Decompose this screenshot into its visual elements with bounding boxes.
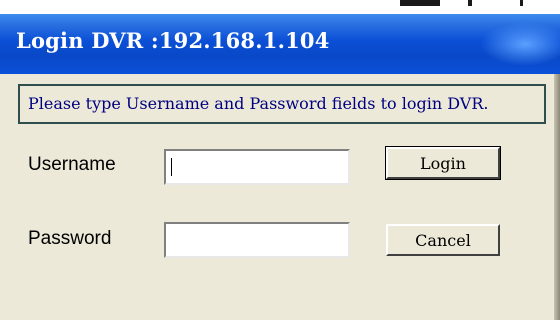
title-bar-highlight — [480, 22, 560, 66]
title-bar[interactable]: Login DVR :192.168.1.104 — [0, 14, 560, 74]
password-input[interactable] — [164, 222, 350, 258]
text-cursor — [171, 158, 172, 176]
cancel-button[interactable]: Cancel — [386, 224, 500, 256]
window-top-edge — [0, 0, 560, 14]
edge-mark — [400, 0, 440, 6]
login-dialog: Login DVR :192.168.1.104 Please type Use… — [0, 0, 560, 320]
edge-mark — [520, 0, 523, 6]
edge-mark — [468, 0, 472, 6]
password-label: Password — [28, 228, 112, 249]
window-title: Login DVR :192.168.1.104 — [16, 28, 330, 53]
instruction-text: Please type Username and Password fields… — [28, 94, 489, 113]
login-button[interactable]: Login — [385, 146, 501, 180]
window-right-edge — [554, 74, 560, 320]
username-label: Username — [28, 154, 116, 175]
username-input[interactable] — [164, 149, 350, 185]
instruction-box: Please type Username and Password fields… — [18, 84, 546, 124]
